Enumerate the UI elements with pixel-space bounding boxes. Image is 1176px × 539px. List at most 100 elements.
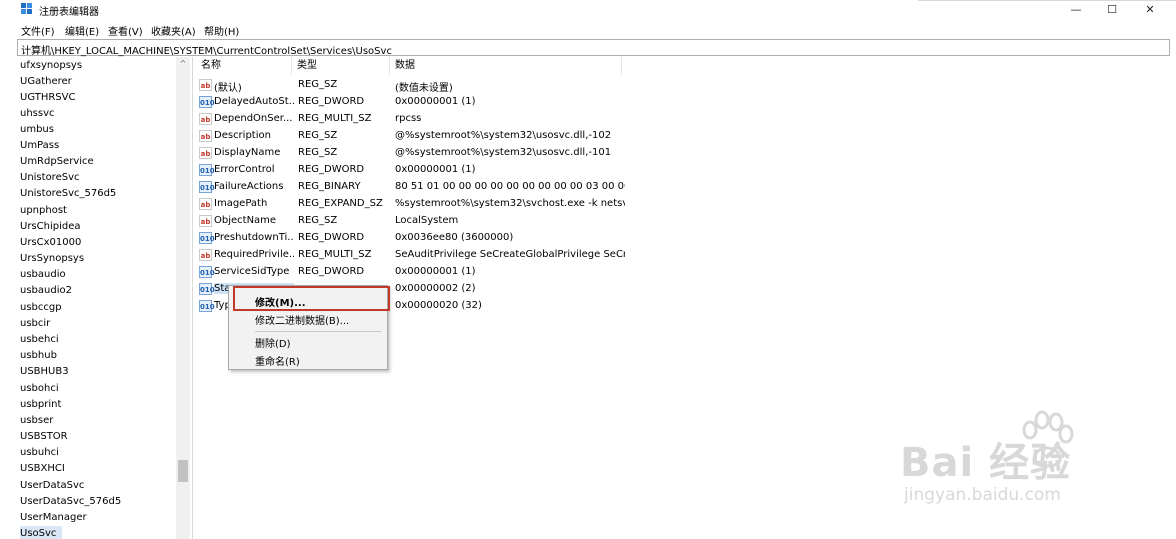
tree-item[interactable]: UmRdpService xyxy=(20,154,94,170)
tree-item[interactable]: usbccgp xyxy=(20,300,62,316)
title-bar: 注册表编辑器 — ☐ ✕ xyxy=(0,0,1176,20)
value-type: REG_DWORD xyxy=(298,232,365,243)
tree-item[interactable]: ufxsynopsys xyxy=(20,58,82,74)
column-header-data[interactable]: 数据 xyxy=(390,57,622,75)
menu-help[interactable]: 帮助(H) xyxy=(204,23,239,38)
tree-item[interactable]: umbus xyxy=(20,122,54,138)
tree-item[interactable]: upnphost xyxy=(20,203,67,219)
column-header-name[interactable]: 名称 xyxy=(196,57,292,75)
highlight-box xyxy=(233,286,390,311)
tree-item-selected[interactable]: UsoSvc xyxy=(20,526,63,539)
baidu-watermark: Bai 经验 jingyan.baidu.com xyxy=(900,410,1120,520)
menu-favorites[interactable]: 收藏夹(A) xyxy=(151,23,196,38)
tree-item[interactable]: uhssvc xyxy=(20,106,55,122)
tree-item[interactable]: UnistoreSvc_576d5 xyxy=(20,186,116,202)
value-name: PreshutdownTi... xyxy=(214,232,294,243)
value-name: ObjectName xyxy=(214,215,277,226)
value-row[interactable]: 010 PreshutdownTi... REG_DWORD 0x0036ee8… xyxy=(196,230,636,247)
value-name: DependOnSer... xyxy=(214,113,293,124)
watermark-url: jingyan.baidu.com xyxy=(904,485,1061,505)
tree-item[interactable]: usbaudio xyxy=(20,267,66,283)
minimize-button[interactable]: — xyxy=(1057,0,1095,20)
value-row[interactable]: ab DependOnSer... REG_MULTI_SZ rpcss xyxy=(196,111,636,128)
value-type: REG_SZ xyxy=(298,147,338,158)
address-path[interactable]: 计算机\HKEY_LOCAL_MACHINE\SYSTEM\CurrentCon… xyxy=(21,42,392,57)
value-name: DisplayName xyxy=(214,147,281,158)
tree-item[interactable]: UmPass xyxy=(20,138,59,154)
value-row[interactable]: ab (默认) REG_SZ (数值未设置) xyxy=(196,77,636,94)
value-type: REG_SZ xyxy=(298,130,338,141)
value-row[interactable]: ab ImagePath REG_EXPAND_SZ %systemroot%\… xyxy=(196,196,636,213)
tree-item[interactable]: UrsCx01000 xyxy=(20,235,81,251)
value-name: ServiceSidType xyxy=(214,266,290,277)
value-type: REG_MULTI_SZ xyxy=(298,113,372,124)
scroll-thumb[interactable] xyxy=(178,460,188,482)
value-type: REG_SZ xyxy=(298,215,338,226)
value-row[interactable]: ab DisplayName REG_SZ @%systemroot%\syst… xyxy=(196,145,636,162)
value-name: (默认) xyxy=(214,83,242,94)
string-value-icon: ab xyxy=(199,130,212,142)
ctx-modify-binary[interactable]: 修改二进制数据(B)... xyxy=(255,312,349,327)
tree-item[interactable]: usbohci xyxy=(20,381,59,397)
scroll-up-arrow-icon[interactable]: ^ xyxy=(176,57,190,71)
tree-item[interactable]: UGTHRSVC xyxy=(20,90,75,106)
value-row[interactable]: 010 DelayedAutoSt... REG_DWORD 0x0000000… xyxy=(196,94,636,111)
tree-item[interactable]: usbehci xyxy=(20,332,59,348)
maximize-button[interactable]: ☐ xyxy=(1093,0,1131,20)
value-data: @%systemroot%\system32\usosvc.dll,-102 xyxy=(395,130,612,141)
menu-file[interactable]: 文件(F) xyxy=(21,23,55,38)
binary-value-icon: 010 xyxy=(199,266,215,278)
value-data: (数值未设置) xyxy=(395,83,453,94)
regedit-app-icon xyxy=(21,3,32,14)
value-type: REG_BINARY xyxy=(298,181,361,192)
tree-item[interactable]: UserManager xyxy=(20,510,87,526)
value-type: REG_EXPAND_SZ xyxy=(298,198,383,209)
tree-item[interactable]: USBHUB3 xyxy=(20,364,69,380)
tree-item[interactable]: usbprint xyxy=(20,397,61,413)
tree-item[interactable]: usbuhci xyxy=(20,445,59,461)
tree-item[interactable]: UGatherer xyxy=(20,74,72,90)
close-button[interactable]: ✕ xyxy=(1131,0,1169,20)
tree-scrollbar[interactable]: ^ xyxy=(176,57,190,539)
tree-item[interactable]: usbser xyxy=(20,413,53,429)
ctx-separator xyxy=(255,331,381,332)
menu-bar: 文件(F) 编辑(E) 查看(V) 收藏夹(A) 帮助(H) xyxy=(0,20,1176,38)
value-row[interactable]: 010 FailureActions REG_BINARY 80 51 01 0… xyxy=(196,179,636,196)
column-header-type[interactable]: 类型 xyxy=(292,57,390,75)
value-data: @%systemroot%\system32\usosvc.dll,-101 xyxy=(395,147,612,158)
tree-item[interactable]: UnistoreSvc xyxy=(20,170,80,186)
value-row[interactable]: 010 ErrorControl REG_DWORD 0x00000001 (1… xyxy=(196,162,636,179)
tree-item[interactable]: usbhub xyxy=(20,348,57,364)
binary-value-icon: 010 xyxy=(199,283,215,295)
tree-item[interactable]: usbaudio2 xyxy=(20,283,72,299)
tree-item[interactable]: USBSTOR xyxy=(20,429,68,445)
string-value-icon: ab xyxy=(199,215,212,227)
menu-view[interactable]: 查看(V) xyxy=(108,23,143,38)
tree-item[interactable]: USBXHCI xyxy=(20,461,65,477)
value-data: LocalSystem xyxy=(395,215,459,226)
tree-item[interactable]: UserDataSvc_576d5 xyxy=(20,494,121,510)
value-row[interactable]: 010 ServiceSidType REG_DWORD 0x00000001 … xyxy=(196,264,636,281)
value-row[interactable]: ab Description REG_SZ @%systemroot%\syst… xyxy=(196,128,636,145)
tree-item[interactable]: UrsChipidea xyxy=(20,219,81,235)
watermark-brand: Bai 经验 xyxy=(900,440,1072,486)
menu-edit[interactable]: 编辑(E) xyxy=(65,23,99,38)
value-name: ErrorControl xyxy=(214,164,275,175)
string-value-icon: ab xyxy=(199,79,212,91)
tree-item[interactable]: UserDataSvc xyxy=(20,478,84,494)
value-data: 80 51 01 00 00 00 00 00 00 00 00 00 03 0… xyxy=(395,181,625,192)
address-bar[interactable]: 计算机\HKEY_LOCAL_MACHINE\SYSTEM\CurrentCon… xyxy=(17,39,1170,57)
value-data: 0x00000001 (1) xyxy=(395,266,476,277)
value-data: SeAuditPrivilege SeCreateGlobalPrivilege… xyxy=(395,249,625,260)
ctx-rename[interactable]: 重命名(R) xyxy=(255,353,300,368)
value-data: 0x00000002 (2) xyxy=(395,283,476,294)
value-row[interactable]: ab ObjectName REG_SZ LocalSystem xyxy=(196,213,636,230)
key-tree[interactable]: ufxsynopsys UGatherer UGTHRSVC uhssvc um… xyxy=(17,57,193,539)
value-name: DelayedAutoSt... xyxy=(214,96,294,107)
tree-item[interactable]: usbcir xyxy=(20,316,50,332)
value-data: 0x00000001 (1) xyxy=(395,96,476,107)
value-row[interactable]: ab RequiredPrivile... REG_MULTI_SZ SeAud… xyxy=(196,247,636,264)
tree-item[interactable]: UrsSynopsys xyxy=(20,251,84,267)
ctx-delete[interactable]: 删除(D) xyxy=(255,335,291,350)
window-title: 注册表编辑器 xyxy=(39,7,99,18)
